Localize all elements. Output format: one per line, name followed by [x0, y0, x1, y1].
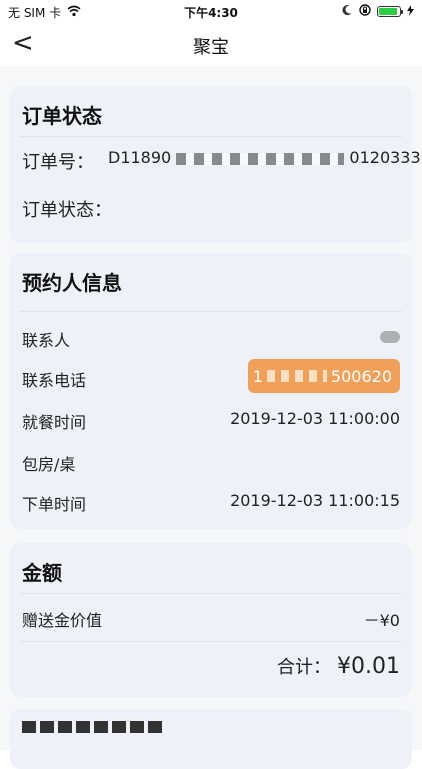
redaction-block: [58, 721, 72, 733]
room-label: 包房/桌: [22, 455, 76, 474]
gift-value-amount: －¥0: [363, 611, 400, 630]
contact-label: 联系人: [22, 331, 71, 350]
dining-time-label: 就餐时间: [22, 413, 87, 432]
phone-suffix: 500620: [330, 366, 392, 386]
bottom-redaction: [22, 721, 162, 733]
redaction-block: [130, 721, 144, 733]
navigation-bar: < 聚宝: [0, 22, 422, 66]
order-status-divider: [20, 136, 402, 137]
lock-rotation-icon: [359, 4, 371, 19]
order-no-suffix: 01203337: [349, 148, 422, 167]
bottom-card: [10, 709, 412, 769]
redaction-block: [22, 721, 36, 733]
order-status-title: 订单状态: [22, 104, 102, 128]
order-detail-content[interactable]: 订单状态 订单号： D11890 01203337 订单状态： 预约人信息 联系…: [0, 66, 422, 769]
order-status-card: 订单状态 订单号： D11890 01203337 订单状态：: [10, 86, 422, 243]
order-status-label: 订单状态：: [22, 200, 112, 221]
redaction-block: [148, 721, 162, 733]
total-label: 合计：: [277, 657, 332, 678]
contact-redaction: [380, 331, 400, 343]
amount-divider: [20, 593, 402, 594]
redaction-block: [94, 721, 108, 733]
phone-prefix: 1: [252, 366, 263, 386]
booker-info-divider: [20, 311, 402, 312]
redaction-block: [76, 721, 90, 733]
status-bar: 无 SIM 卡 下午4:30: [0, 0, 422, 22]
page-title: 聚宝: [193, 37, 229, 58]
booker-info-title: 预约人信息: [22, 271, 122, 295]
battery-charging-icon: [377, 6, 403, 17]
order-no-redaction: [176, 152, 345, 165]
redaction-block: [40, 721, 54, 733]
moon-icon: [341, 4, 353, 19]
booker-info-card: 预约人信息 联系人 联系电话 1 500620 就餐时间 2019-12-03 …: [10, 253, 412, 529]
phone-redaction: [266, 370, 327, 382]
total-amount: ¥0.01: [337, 654, 400, 679]
order-no-prefix: D11890: [108, 148, 172, 167]
total-divider: [20, 641, 402, 642]
amount-card: 金额 赠送金价值 －¥0 合计： ¥0.01: [10, 543, 412, 697]
dining-time-value: 2019-12-03 11:00:00: [230, 409, 400, 428]
phone-label: 联系电话: [22, 371, 87, 390]
order-no-value: D11890 01203337: [108, 148, 422, 167]
order-time-value: 2019-12-03 11:00:15: [230, 491, 400, 510]
order-no-label: 订单号：: [22, 152, 94, 173]
gift-value-label: 赠送金价值: [22, 611, 103, 630]
status-bar-right: [341, 4, 414, 19]
phone-value[interactable]: 1 500620: [248, 359, 400, 393]
redaction-block: [112, 721, 126, 733]
battery-fill: [379, 8, 397, 15]
charging-bolt-icon: [407, 4, 414, 19]
order-time-label: 下单时间: [22, 495, 87, 514]
total-row: 合计： ¥0.01: [277, 653, 400, 679]
amount-title: 金额: [22, 561, 62, 585]
